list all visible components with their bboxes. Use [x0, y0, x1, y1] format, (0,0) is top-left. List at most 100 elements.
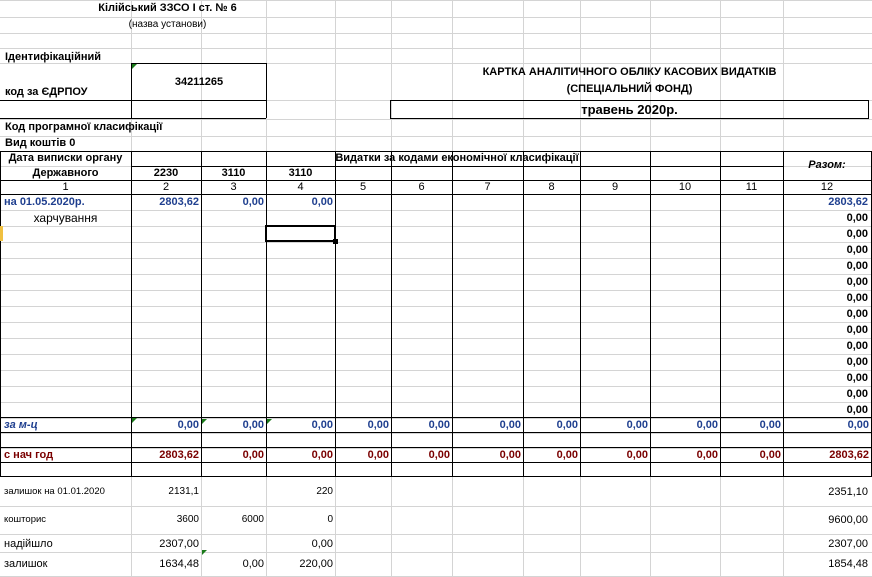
- summary-label: кошторис: [4, 514, 47, 525]
- spreadsheet-grid[interactable]: Кілійський ЗЗСО І ст. № 6 (назва установи…: [0, 0, 872, 577]
- active-row-indicator: [0, 226, 3, 241]
- ytd-value[interactable]: 0,00: [335, 448, 389, 462]
- ident-label: Ідентифікаційний: [5, 51, 102, 63]
- comment-indicator-icon[interactable]: [132, 418, 137, 423]
- row-total[interactable]: 0,00: [783, 274, 868, 290]
- opening-c3[interactable]: 0,00: [201, 194, 264, 210]
- summary-total[interactable]: 9600,00: [783, 512, 868, 528]
- month-total-value[interactable]: 0,00: [650, 418, 718, 432]
- ytd-value[interactable]: 0,00: [266, 448, 333, 462]
- month-total-value[interactable]: 0,00: [201, 418, 264, 432]
- col-number: 5: [359, 181, 367, 193]
- summary-c2[interactable]: 2307,00: [131, 536, 199, 552]
- econ-code: 2230: [153, 167, 179, 179]
- row-total[interactable]: 0,00: [783, 242, 868, 258]
- month-label[interactable]: травень 2020р.: [391, 101, 868, 118]
- month-box-border: [868, 100, 869, 119]
- col-number: 2: [162, 181, 170, 193]
- fill-handle[interactable]: [333, 239, 338, 244]
- institution-caption: (назва установи): [128, 19, 207, 30]
- fund-type-label: Вид коштів 0: [5, 137, 76, 149]
- econ-code: 3110: [288, 167, 313, 179]
- comment-indicator-icon[interactable]: [202, 419, 207, 424]
- summary-total[interactable]: 2307,00: [783, 536, 868, 552]
- col-number: 3: [230, 181, 237, 193]
- row-total[interactable]: 0,00: [783, 338, 868, 354]
- row-total[interactable]: 0,00: [783, 210, 868, 226]
- summary-c3[interactable]: 0,00: [201, 556, 264, 572]
- col1-header: Дата виписки органу: [8, 152, 123, 164]
- opening-c2[interactable]: 2803,62: [131, 194, 199, 210]
- row-total[interactable]: 0,00: [783, 354, 868, 370]
- summary-c4[interactable]: 0,00: [266, 536, 333, 552]
- month-total-value[interactable]: 0,00: [452, 418, 521, 432]
- col-number: 10: [678, 181, 692, 193]
- row-total[interactable]: 0,00: [783, 370, 868, 386]
- ytd-value[interactable]: 0,00: [452, 448, 521, 462]
- card-subtitle: (СПЕЦІАЛЬНИЙ ФОНД): [566, 83, 693, 95]
- month-total-value[interactable]: 0,00: [131, 418, 199, 432]
- row-total[interactable]: 0,00: [783, 290, 868, 306]
- comment-indicator-icon[interactable]: [202, 550, 207, 555]
- summary-label: надійшло: [4, 538, 53, 550]
- summary-c2[interactable]: 2131,1: [131, 484, 199, 500]
- month-total-value[interactable]: 0,00: [783, 418, 869, 432]
- month-total-value[interactable]: 0,00: [391, 418, 450, 432]
- program-code-label: Код програмної класифікації: [5, 121, 163, 133]
- code-box-border: [266, 63, 267, 118]
- item-label[interactable]: харчування: [0, 210, 131, 226]
- summary-total[interactable]: 1854,48: [783, 556, 868, 572]
- ytd-value[interactable]: 0,00: [201, 448, 264, 462]
- total-header: Разом:: [808, 159, 846, 171]
- month-total-value[interactable]: 0,00: [580, 418, 648, 432]
- month-total-value[interactable]: 0,00: [266, 418, 333, 432]
- ytd-value[interactable]: 0,00: [523, 448, 578, 462]
- row-total[interactable]: 0,00: [783, 226, 868, 242]
- summary-c4[interactable]: 220,00: [266, 556, 333, 572]
- table-col-border: [0, 151, 1, 477]
- row-total[interactable]: 0,00: [783, 386, 868, 402]
- opening-c4[interactable]: 0,00: [266, 194, 333, 210]
- row-total[interactable]: 0,00: [783, 306, 868, 322]
- summary-label: залишок на 01.01.2020: [4, 486, 105, 497]
- summary-label: залишок: [4, 558, 48, 570]
- expenses-header: Видатки за кодами економічної класифікац…: [335, 152, 579, 164]
- comment-indicator-icon[interactable]: [267, 419, 272, 424]
- ytd-value[interactable]: 0,00: [720, 448, 781, 462]
- summary-c2[interactable]: 1634,48: [131, 556, 199, 572]
- month-total-value[interactable]: 0,00: [335, 418, 389, 432]
- row-total[interactable]: 0,00: [783, 322, 868, 338]
- month-total-value[interactable]: 0,00: [523, 418, 578, 432]
- econ-code: 3110: [221, 167, 246, 179]
- border: [0, 100, 266, 101]
- summary-c2[interactable]: 3600: [131, 512, 199, 528]
- col-number: 4: [297, 181, 304, 193]
- month-total-label: за м-ц: [4, 419, 38, 431]
- selected-cell[interactable]: [265, 225, 336, 242]
- month-box-border: [390, 118, 869, 119]
- col-number: 11: [745, 181, 758, 193]
- row-total[interactable]: 0,00: [783, 258, 868, 274]
- ytd-value[interactable]: 0,00: [391, 448, 450, 462]
- border: [0, 118, 266, 119]
- comment-indicator-icon[interactable]: [132, 64, 137, 69]
- summary-c4[interactable]: 0: [266, 512, 333, 528]
- opening-label: на 01.05.2020р.: [4, 196, 85, 208]
- ytd-value[interactable]: 2803,62: [131, 448, 199, 462]
- ytd-value[interactable]: 0,00: [580, 448, 648, 462]
- summary-total[interactable]: 2351,10: [783, 484, 868, 500]
- summary-c4[interactable]: 220: [266, 484, 333, 500]
- col-number: 6: [418, 181, 425, 193]
- institution-name: Кілійський ЗЗСО І ст. № 6: [98, 2, 237, 14]
- col-number: 7: [484, 181, 491, 193]
- ytd-value[interactable]: 2803,62: [783, 448, 869, 462]
- opening-total[interactable]: 2803,62: [783, 194, 868, 210]
- col1-header: Державного: [32, 167, 99, 179]
- card-title: КАРТКА АНАЛІТИЧНОГО ОБЛІКУ КАСОВИХ ВИДАТ…: [482, 66, 777, 78]
- summary-c3[interactable]: 6000: [201, 512, 264, 528]
- row-total[interactable]: 0,00: [783, 402, 868, 418]
- ytd-value[interactable]: 0,00: [650, 448, 718, 462]
- col-number: 12: [820, 181, 834, 193]
- month-total-value[interactable]: 0,00: [720, 418, 781, 432]
- edrpou-code[interactable]: 34211265: [132, 64, 266, 100]
